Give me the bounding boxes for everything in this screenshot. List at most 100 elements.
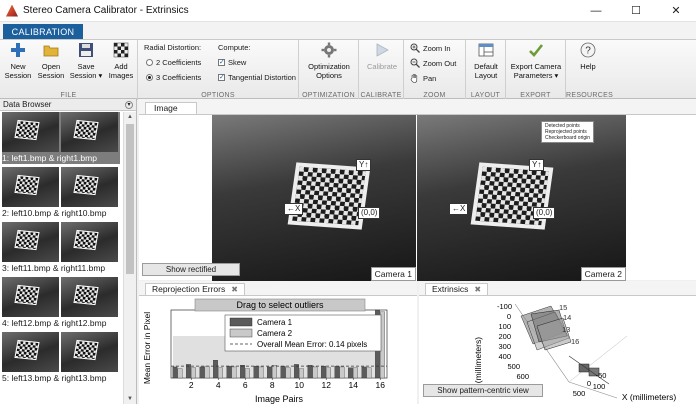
error-bar bbox=[177, 368, 183, 379]
optimization-group-label: OPTIMIZATION bbox=[302, 92, 355, 99]
scroll-up-icon[interactable]: ▲ bbox=[124, 112, 136, 122]
app-icon bbox=[6, 4, 18, 17]
tab-image[interactable]: Image bbox=[145, 102, 197, 114]
save-session-button[interactable]: Save Session ▾ bbox=[68, 42, 104, 80]
skew-checkbox[interactable]: ✓ bbox=[218, 59, 225, 66]
tangential-checkbox[interactable]: ✓ bbox=[218, 74, 225, 81]
minimize-button[interactable]: — bbox=[576, 0, 616, 22]
list-item[interactable]: 5: left13.bmp & right13.bmp bbox=[2, 332, 120, 384]
scroll-down-icon[interactable]: ▼ bbox=[124, 394, 136, 404]
optimization-options-button[interactable]: Optimization Options bbox=[303, 42, 355, 80]
zoom-out-button[interactable]: Zoom Out bbox=[410, 58, 456, 68]
tab-reprojection-errors[interactable]: Reprojection Errors ✖ bbox=[145, 283, 245, 295]
radial-3-radio[interactable] bbox=[146, 74, 153, 81]
y-axis-label: Y↑ bbox=[529, 159, 545, 171]
error-bar bbox=[204, 365, 210, 379]
error-bar bbox=[348, 367, 353, 379]
legend-label: Camera 2 bbox=[257, 329, 293, 338]
ribbon-tabstrip: CALIBRATION bbox=[0, 22, 696, 39]
export-group: Export Camera Parameters ▾ EXPORT bbox=[506, 40, 566, 100]
export-camera-parameters-button[interactable]: Export Camera Parameters ▾ bbox=[508, 42, 564, 80]
default-layout-button[interactable]: Default Layout bbox=[469, 42, 503, 80]
left-thumbnail bbox=[2, 222, 59, 262]
tangential-option[interactable]: ✓ Tangential Distortion bbox=[218, 73, 296, 82]
camera2-label: Camera 2 bbox=[580, 267, 626, 281]
add-images-button[interactable]: Add Images bbox=[107, 42, 135, 80]
checkmark-icon bbox=[529, 44, 544, 57]
right-thumbnail bbox=[61, 167, 118, 207]
extrinsics-ylabel: Y (millimeters) bbox=[473, 337, 483, 391]
origin-label: (0,0) bbox=[358, 207, 381, 219]
radial-2-option[interactable]: 2 Coefficients bbox=[146, 58, 201, 67]
calibrate-button[interactable]: Calibrate bbox=[362, 42, 402, 71]
show-pattern-centric-button[interactable]: Show pattern-centric view bbox=[423, 384, 543, 397]
new-session-button[interactable]: New Session bbox=[4, 42, 32, 80]
calibrate-group-label: CALIBRATE bbox=[360, 92, 402, 99]
ribbon: New Session Open Session Save Session ▾ … bbox=[0, 39, 696, 136]
skew-option[interactable]: ✓ Skew bbox=[218, 58, 246, 67]
error-bar bbox=[172, 366, 178, 379]
y-tick: 500 bbox=[507, 362, 520, 371]
radial-2-radio[interactable] bbox=[146, 59, 153, 66]
zoom-in-button[interactable]: Zoom In bbox=[410, 43, 451, 53]
legend-label: Overall Mean Error: 0.14 pixels bbox=[257, 340, 367, 349]
list-item[interactable]: 3: left11.bmp & right11.bmp bbox=[2, 222, 120, 274]
checkerboard-thumbnail bbox=[73, 119, 99, 141]
error-bar bbox=[267, 366, 272, 379]
drag-hint-text: Drag to select outliers bbox=[236, 300, 324, 310]
error-bar bbox=[191, 367, 196, 379]
close-button[interactable]: ✕ bbox=[656, 0, 696, 22]
x-tick: 0 bbox=[587, 379, 591, 388]
error-bar bbox=[353, 367, 358, 379]
y-axis-label: Y↑ bbox=[356, 159, 372, 171]
image-view: Y↑ ←X (0,0) Camera 1 Y↑ ←X (0,0) Detecte… bbox=[139, 114, 696, 281]
show-rectified-button[interactable]: Show rectified bbox=[142, 263, 240, 276]
y-tick: 600 bbox=[516, 372, 529, 381]
error-bar bbox=[366, 367, 372, 379]
checkerboard-pattern bbox=[470, 162, 554, 230]
x-tick-label: 4 bbox=[216, 380, 221, 390]
camera2-view[interactable]: Y↑ ←X (0,0) Detected points Reprojected … bbox=[417, 115, 626, 281]
error-bar bbox=[231, 366, 237, 379]
pattern-index: 16 bbox=[571, 337, 579, 346]
radial-3-option[interactable]: 3 Coefficients bbox=[146, 73, 201, 82]
legend-label: Camera 1 bbox=[257, 318, 293, 327]
help-button[interactable]: ? Help bbox=[570, 42, 606, 71]
left-thumbnail bbox=[2, 332, 59, 372]
y-tick: 100 bbox=[498, 322, 511, 331]
list-item[interactable]: 2: left10.bmp & right10.bmp bbox=[2, 167, 120, 219]
maximize-button[interactable]: ☐ bbox=[616, 0, 656, 22]
close-tab-icon[interactable]: ✖ bbox=[474, 284, 481, 295]
error-bar bbox=[339, 366, 345, 379]
browser-scrollbar[interactable]: ▲ ▼ bbox=[123, 112, 136, 404]
plus-icon bbox=[11, 43, 25, 57]
checkerboard-thumbnail bbox=[73, 174, 99, 196]
left-thumbnail bbox=[2, 167, 59, 207]
reprojection-chart[interactable]: 2 4 6 8 10 12 14 16 Mean Error in Pixel Image Pai… bbox=[139, 296, 417, 404]
tab-extrinsics[interactable]: Extrinsics ✖ bbox=[425, 283, 489, 295]
open-session-button[interactable]: Open Session bbox=[36, 42, 66, 80]
resources-group-label: RESOURCES bbox=[566, 92, 614, 99]
y-tick: 400 bbox=[498, 352, 511, 361]
scrollbar-thumb[interactable] bbox=[126, 124, 134, 274]
checkerboard-thumbnail bbox=[14, 119, 40, 141]
list-item[interactable]: 4: left12.bmp & right12.bmp bbox=[2, 277, 120, 329]
x-tick-label: 10 bbox=[295, 380, 305, 390]
y-tick: 200 bbox=[498, 332, 511, 341]
panel-options-icon[interactable]: ▾ bbox=[125, 100, 133, 109]
x-tick-label: 16 bbox=[376, 380, 386, 390]
tab-calibration[interactable]: CALIBRATION bbox=[3, 24, 83, 39]
data-browser-header: Data Browser ▾ bbox=[0, 99, 136, 111]
camera1-view[interactable]: Y↑ ←X (0,0) Camera 1 bbox=[212, 115, 416, 281]
list-item[interactable]: 1: left1.bmp & right1.bmp bbox=[2, 112, 120, 164]
checkerboard-thumbnail bbox=[14, 284, 40, 306]
y-axis-label: Mean Error in Pixel bbox=[142, 312, 152, 384]
error-bar bbox=[272, 365, 277, 379]
x-tick-label: 2 bbox=[189, 380, 194, 390]
legend-swatch bbox=[229, 317, 253, 327]
x-tick-label: 14 bbox=[349, 380, 359, 390]
pan-button[interactable]: Pan bbox=[410, 73, 436, 83]
radial-distortion-heading: Radial Distortion: bbox=[144, 43, 202, 52]
close-tab-icon[interactable]: ✖ bbox=[231, 284, 238, 295]
floppy-disk-icon bbox=[79, 43, 93, 57]
